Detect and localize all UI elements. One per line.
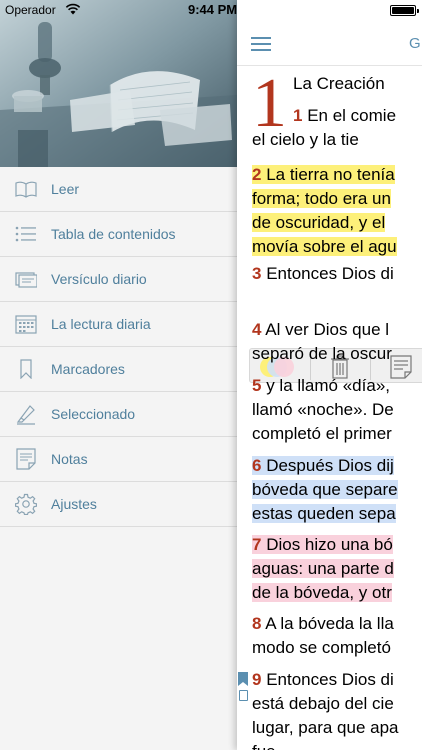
verse-line: forma; todo era un <box>252 189 391 208</box>
menu-header-image <box>0 0 237 167</box>
verse-line: En el comie <box>307 106 397 125</box>
verse-line: Después Dios dij <box>266 456 394 475</box>
menu-label-table-of-contents: Tabla de contenidos <box>51 226 176 242</box>
verse-6[interactable]: 6 Después Dios dij bóveda que separe est… <box>252 454 422 526</box>
menu-label-highlights: Seleccionado <box>51 406 136 422</box>
menu-hamburger-icon[interactable] <box>251 37 271 51</box>
old-books-image <box>0 0 237 167</box>
side-menu: Leer Tabla de contenidos Versículo diari… <box>0 0 237 750</box>
verse-line: está debajo del cie <box>252 694 394 713</box>
verse-1-line-2: el cielo y la tie <box>252 130 359 149</box>
verse-1[interactable]: 1 En el comie <box>293 104 396 128</box>
verse-number: 1 <box>293 106 303 125</box>
gear-icon <box>14 492 38 516</box>
menu-list: Leer Tabla de contenidos Versículo diari… <box>0 167 237 527</box>
reader-panel: G 1 La Creación 1 En el comie el cielo y… <box>237 0 422 750</box>
menu-label-daily-verse: Versículo diario <box>51 271 147 287</box>
verse-line: A la bóveda la lla <box>265 614 394 633</box>
verse-number: 9 <box>252 670 262 689</box>
menu-label-settings: Ajustes <box>51 496 97 512</box>
verse-4[interactable]: 4 Al ver Dios que l separó de la oscur <box>252 318 422 366</box>
verse-line: lugar, para que apa <box>252 718 399 737</box>
notes-icon <box>14 447 38 471</box>
verse-line: fue. <box>252 740 422 750</box>
battery-icon <box>390 5 419 16</box>
menu-label-daily-reading: La lectura diaria <box>51 316 151 332</box>
verse-line: Entonces Dios di <box>266 264 394 283</box>
verse-9[interactable]: 9 Entonces Dios di está debajo del cie l… <box>252 668 422 750</box>
verse-bookmark-icon[interactable] <box>238 672 248 686</box>
verse-note-icon[interactable] <box>239 690 248 701</box>
book-title: G <box>409 35 421 52</box>
verse-line: La tierra no tenía <box>266 165 395 184</box>
verse-number: 2 <box>252 165 262 184</box>
book-open-icon <box>14 177 38 201</box>
menu-label-notes: Notas <box>51 451 88 467</box>
menu-item-bookmarks[interactable]: Marcadores <box>0 347 237 392</box>
verse-number: 3 <box>252 264 262 283</box>
bookmark-icon <box>14 357 38 381</box>
verse-line: Al ver Dios que l <box>265 320 390 339</box>
verse-line: separó de la oscur <box>252 344 392 363</box>
status-bar: Operador 9:44 PM <box>0 0 422 20</box>
verse-line: y la llamó «día», <box>266 376 390 395</box>
verse-line: estas queden sepa <box>252 504 396 523</box>
verse-5[interactable]: 5 y la llamó «día», llamó «noche». De co… <box>252 374 422 446</box>
verse-line: movía sobre el agu <box>252 237 397 256</box>
menu-item-notes[interactable]: Notas <box>0 437 237 482</box>
reader-nav-bar: G <box>237 20 422 66</box>
chapter-title: La Creación <box>293 74 385 93</box>
verse-3[interactable]: 3 Entonces Dios di <box>252 262 422 286</box>
menu-item-table-of-contents[interactable]: Tabla de contenidos <box>0 212 237 257</box>
menu-item-highlights[interactable]: Seleccionado <box>0 392 237 437</box>
verse-2[interactable]: 2 La tierra no tenía forma; todo era un … <box>252 163 422 259</box>
verse-7[interactable]: 7 Dios hizo una bó aguas: una parte d de… <box>252 533 422 605</box>
verse-number: 6 <box>252 456 262 475</box>
verse-line: completó el primer <box>252 424 392 443</box>
verse-line: Dios hizo una bó <box>266 535 393 554</box>
wifi-icon <box>65 3 81 15</box>
verse-number: 4 <box>252 320 262 339</box>
verse-line: Entonces Dios di <box>266 670 394 689</box>
menu-label-bookmarks: Marcadores <box>51 361 125 377</box>
verse-line: aguas: una parte d <box>252 559 394 578</box>
menu-item-daily-reading[interactable]: La lectura diaria <box>0 302 237 347</box>
menu-label-read: Leer <box>51 181 80 197</box>
card-icon <box>14 267 38 291</box>
list-icon <box>14 222 38 246</box>
carrier-label: Operador <box>5 3 56 17</box>
menu-item-settings[interactable]: Ajustes <box>0 482 237 527</box>
verse-line: modo se completó <box>252 638 391 657</box>
verse-line: bóveda que separe <box>252 480 398 499</box>
verse-line: de la bóveda, y otr <box>252 583 392 602</box>
menu-item-read[interactable]: Leer <box>0 167 237 212</box>
highlighter-icon <box>14 402 38 426</box>
verse-8[interactable]: 8 A la bóveda la lla modo se completó <box>252 612 422 660</box>
calendar-icon <box>14 312 38 336</box>
clock: 9:44 PM <box>188 2 238 17</box>
verse-line: llamó «noche». De <box>252 400 394 419</box>
verse-number: 5 <box>252 376 262 395</box>
verse-number: 8 <box>252 614 262 633</box>
verse-number: 7 <box>252 535 262 554</box>
menu-item-daily-verse[interactable]: Versículo diario <box>0 257 237 302</box>
verse-line: de oscuridad, y el <box>252 213 386 232</box>
